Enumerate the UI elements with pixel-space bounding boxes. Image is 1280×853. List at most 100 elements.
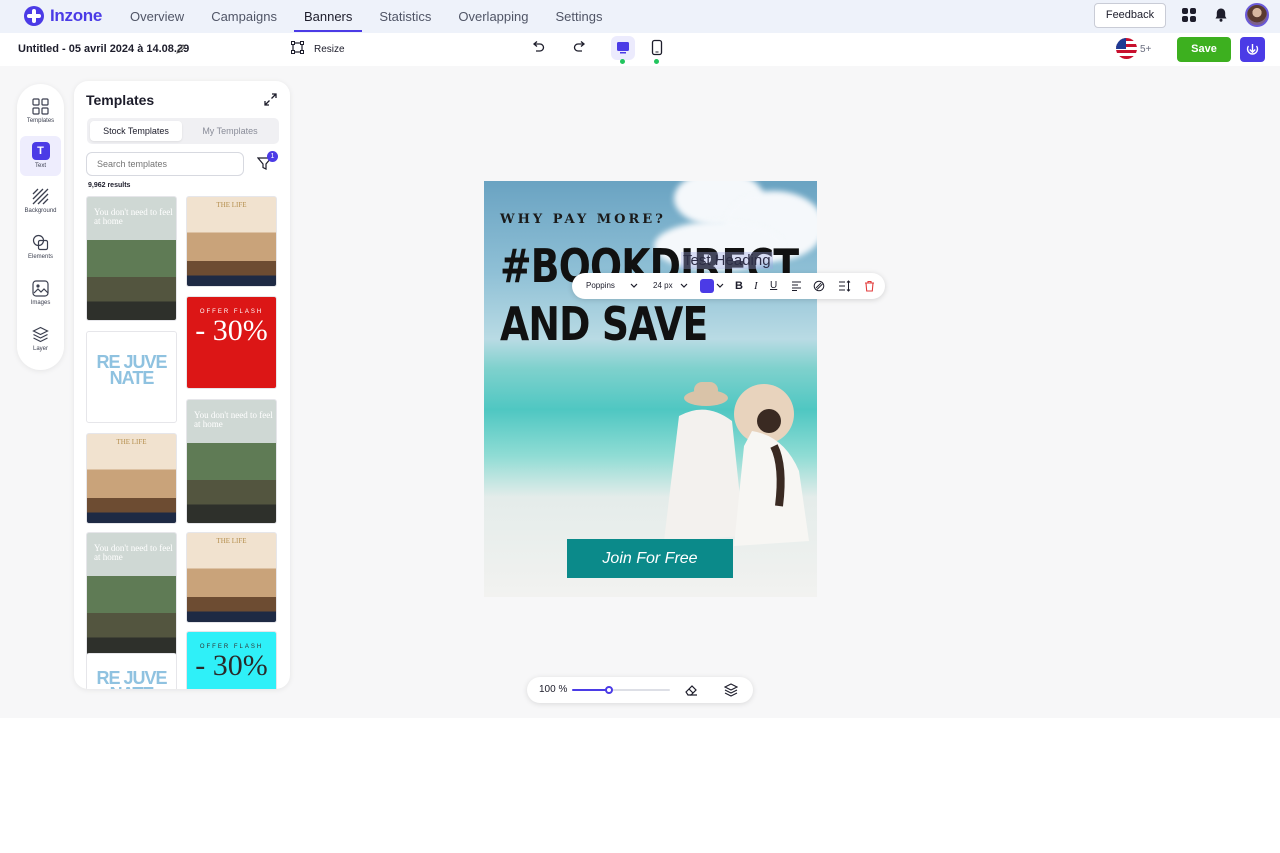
tab-my-templates[interactable]: My Templates: [184, 121, 276, 141]
app-name: Inzone: [50, 6, 103, 25]
mobile-view-button[interactable]: [646, 36, 668, 60]
filter-count-badge: 1: [267, 151, 278, 162]
template-search-input[interactable]: [86, 152, 244, 176]
tool-rail: Templates T Text Background Elements Ima…: [17, 84, 64, 370]
text-format-toolbar: Poppins 24 px B I U: [572, 273, 885, 299]
rail-label: Background: [24, 208, 57, 214]
tab-campaigns[interactable]: Campaigns: [201, 0, 287, 33]
rail-label: Elements: [27, 254, 53, 260]
bell-icon[interactable]: [1213, 7, 1229, 23]
thumb-text: RE JUVE NATE: [96, 352, 167, 388]
rail-label: Images: [30, 300, 51, 306]
tab-statistics[interactable]: Statistics: [369, 0, 441, 33]
top-nav: Inzone Overview Campaigns Banners Statis…: [0, 0, 1280, 33]
rail-background[interactable]: Background: [20, 182, 61, 222]
tab-banners[interactable]: Banners: [293, 0, 363, 33]
rail-text[interactable]: T Text: [20, 136, 61, 176]
chevron-down-icon[interactable]: [680, 283, 688, 289]
eraser-icon[interactable]: [684, 683, 698, 697]
mobile-icon: [651, 39, 663, 56]
zoom-slider[interactable]: [572, 686, 670, 694]
background-icon: [32, 188, 49, 205]
opacity-icon[interactable]: [813, 280, 825, 292]
rail-label: Text: [34, 163, 46, 169]
couple-photo: [664, 382, 809, 546]
save-button[interactable]: Save: [1177, 37, 1231, 62]
zoom-slider-handle[interactable]: [605, 686, 614, 694]
bold-icon[interactable]: B: [735, 273, 743, 299]
thumb-text: You don't need to feel at home: [94, 207, 173, 226]
chevron-down-icon[interactable]: [630, 283, 638, 289]
edit-pencil-icon[interactable]: [176, 44, 186, 54]
chevron-down-icon[interactable]: [716, 283, 724, 289]
italic-icon[interactable]: I: [754, 273, 758, 299]
redo-icon[interactable]: [573, 40, 587, 54]
template-thumb[interactable]: You don't need to feel at home: [86, 196, 177, 321]
rail-layer[interactable]: Layer: [20, 320, 61, 360]
language-count[interactable]: 5+: [1140, 44, 1151, 55]
text-color-swatch[interactable]: [700, 279, 714, 293]
undo-icon[interactable]: [531, 40, 545, 54]
rail-label: Layer: [32, 346, 48, 352]
template-thumb[interactable]: THE LIFE: [186, 532, 277, 623]
thumb-text: You don't need to feel at home: [194, 410, 273, 429]
resize-icon[interactable]: [291, 41, 304, 54]
apps-grid-icon[interactable]: [1182, 8, 1196, 22]
template-thumb[interactable]: OFFER FLASH - 30%: [186, 631, 277, 689]
tab-overlapping[interactable]: Overlapping: [448, 0, 538, 33]
user-avatar[interactable]: [1245, 3, 1269, 27]
resize-button[interactable]: Resize: [314, 44, 345, 55]
template-thumb[interactable]: OFFER FLASH - 30%: [186, 296, 277, 389]
tab-stock-templates[interactable]: Stock Templates: [90, 121, 182, 141]
underline-icon[interactable]: U: [770, 273, 777, 299]
desktop-view-button[interactable]: [611, 36, 635, 60]
trash-icon[interactable]: [864, 280, 875, 292]
editor-toolbar: Untitled - 05 avril 2024 à 14.08.29 Resi…: [0, 33, 1280, 66]
template-thumb[interactable]: RE JUVE NATE: [86, 653, 177, 689]
banner-canvas[interactable]: WHY PAY MORE? #BOOKDIRECT AND SAVE Test …: [484, 181, 817, 597]
layers-icon[interactable]: [724, 683, 738, 697]
main-tabs: Overview Campaigns Banners Statistics Ov…: [120, 0, 619, 33]
expand-icon[interactable]: [264, 93, 277, 106]
layer-icon: [32, 326, 49, 343]
document-title[interactable]: Untitled - 05 avril 2024 à 14.08.29: [18, 43, 189, 55]
app-logo[interactable]: Inzone: [24, 6, 102, 26]
rail-templates[interactable]: Templates: [20, 92, 61, 132]
banner-subheading[interactable]: WHY PAY MORE?: [500, 212, 666, 227]
thumb-text: You don't need to feel at home: [94, 543, 173, 562]
cta-button[interactable]: Join For Free: [567, 539, 733, 578]
feedback-button[interactable]: Feedback: [1094, 3, 1166, 28]
images-icon: [32, 280, 49, 297]
templates-panel: Templates Stock Templates My Templates 1…: [74, 81, 290, 689]
tab-overview[interactable]: Overview: [120, 0, 194, 33]
template-thumb[interactable]: You don't need to feel at home: [86, 532, 177, 657]
template-source-tabs: Stock Templates My Templates: [87, 118, 279, 144]
text-icon: T: [31, 142, 50, 160]
download-icon: [1246, 44, 1259, 55]
desktop-active-dot: [620, 59, 625, 64]
font-size-select[interactable]: 24 px: [653, 273, 673, 299]
logo-icon: [24, 6, 44, 26]
templates-icon: [32, 98, 49, 115]
thumb-text: - 30%: [195, 314, 268, 347]
align-left-icon[interactable]: [791, 281, 802, 291]
download-button[interactable]: [1240, 37, 1265, 62]
mobile-active-dot: [654, 59, 659, 64]
template-thumb[interactable]: THE LIFE: [86, 433, 177, 524]
thumb-text: - 30%: [195, 649, 268, 682]
rail-label: Templates: [26, 118, 55, 124]
rail-images[interactable]: Images: [20, 274, 61, 314]
selected-text-element[interactable]: Test Heading: [681, 252, 773, 269]
us-flag-icon[interactable]: [1116, 38, 1137, 59]
zoom-level: 100 %: [539, 684, 568, 695]
thumb-text: THE LIFE: [216, 201, 247, 209]
zoom-slider-fill: [572, 689, 610, 691]
template-thumb[interactable]: RE JUVE NATE: [86, 331, 177, 423]
template-thumb[interactable]: THE LIFE: [186, 196, 277, 287]
font-family-select[interactable]: Poppins: [586, 273, 615, 299]
zoom-bar: 100 %: [527, 677, 753, 703]
tab-settings[interactable]: Settings: [546, 0, 613, 33]
line-spacing-icon[interactable]: [838, 280, 851, 292]
rail-elements[interactable]: Elements: [20, 228, 61, 268]
template-thumb[interactable]: You don't need to feel at home: [186, 399, 277, 524]
